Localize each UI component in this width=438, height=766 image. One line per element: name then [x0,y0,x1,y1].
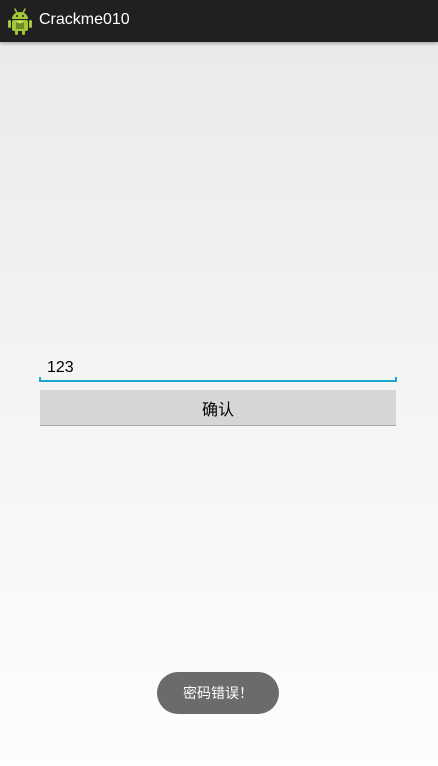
field-underline-right-tick [395,377,397,382]
password-field[interactable] [39,354,397,382]
field-underline-left-tick [39,377,41,382]
action-bar: Crackme010 [0,0,438,42]
error-toast: 密码错误！ [157,672,279,714]
confirm-button[interactable]: 确认 [40,390,396,426]
toast-message: 密码错误！ [183,686,253,702]
field-underline [39,380,397,382]
android-icon [7,7,33,35]
app-title: Crackme010 [39,11,130,28]
